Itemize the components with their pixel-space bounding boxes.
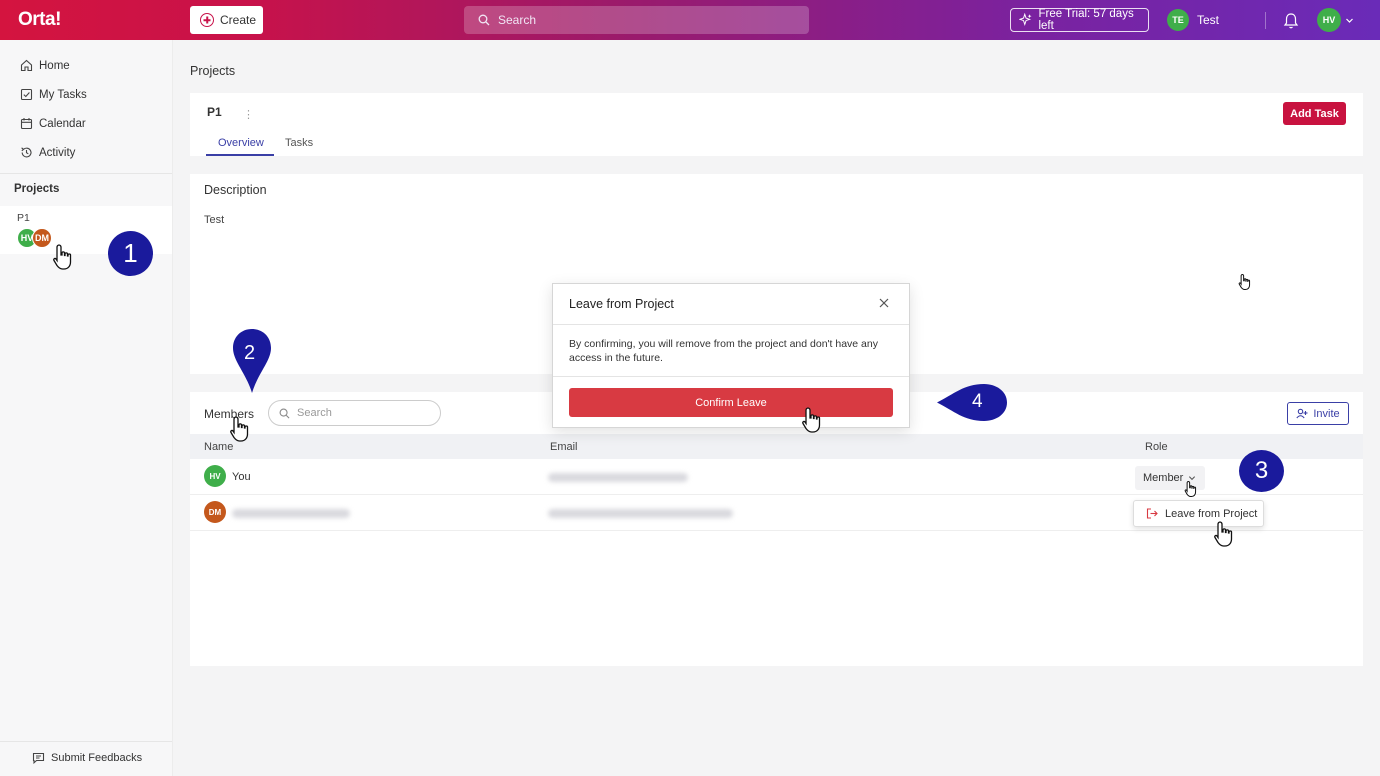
plus-circle-icon xyxy=(200,13,214,27)
workspace-switcher[interactable]: TE Test xyxy=(1167,9,1219,31)
hand-cursor-icon xyxy=(53,244,72,270)
sidebar-divider xyxy=(0,173,172,174)
search-placeholder: Search xyxy=(498,13,537,27)
role-value: Member xyxy=(1143,472,1184,484)
user-menu[interactable]: HV xyxy=(1317,8,1354,32)
sparkle-icon xyxy=(1019,13,1032,26)
step-marker-1: 1 xyxy=(108,231,153,276)
top-bar: Orta! Create Search Free Trial: 57 days … xyxy=(0,0,1380,40)
kebab-menu-icon[interactable]: ⋮ xyxy=(243,108,254,121)
sidebar-item-calendar[interactable]: Calendar xyxy=(20,117,86,130)
members-table-header: Name Email Role xyxy=(190,434,1363,459)
sidebar-item-my-tasks[interactable]: My Tasks xyxy=(20,88,87,101)
avatar: DM xyxy=(32,228,52,248)
project-header-card: P1 ⋮ Overview Tasks Add Task xyxy=(190,93,1363,156)
free-trial-button[interactable]: Free Trial: 57 days left xyxy=(1010,8,1149,32)
sidebar-project-name: P1 xyxy=(17,212,30,224)
sidebar-item-home[interactable]: Home xyxy=(20,59,70,72)
invite-label: Invite xyxy=(1313,407,1340,420)
hand-cursor-icon xyxy=(230,416,249,442)
chevron-down-icon xyxy=(1346,18,1353,23)
step-marker-4: 4 xyxy=(972,391,983,412)
hand-cursor-icon xyxy=(802,407,821,433)
page-title: Projects xyxy=(190,64,236,78)
sidebar-item-activity[interactable]: Activity xyxy=(20,146,75,159)
dialog-divider xyxy=(553,376,909,377)
avatar: DM xyxy=(204,501,226,523)
hand-cursor-icon xyxy=(1184,480,1197,497)
project-title: P1 xyxy=(207,105,222,119)
calendar-icon xyxy=(20,118,33,130)
hand-cursor-icon xyxy=(1238,273,1251,290)
create-button[interactable]: Create xyxy=(190,6,263,34)
sidebar-item-label: Activity xyxy=(39,146,76,159)
history-icon xyxy=(21,147,32,158)
redacted-name xyxy=(232,509,350,518)
active-tab-indicator xyxy=(206,154,274,156)
global-search-input[interactable]: Search xyxy=(464,6,809,34)
dialog-divider xyxy=(553,324,909,325)
leave-project-label: Leave from Project xyxy=(1165,507,1258,520)
sidebar-item-label: Calendar xyxy=(39,117,86,130)
close-icon[interactable] xyxy=(877,296,891,310)
column-header-role: Role xyxy=(1145,441,1168,453)
search-icon xyxy=(478,14,490,26)
description-title: Description xyxy=(204,183,267,197)
submit-feedback-label: Submit Feedbacks xyxy=(51,752,143,764)
tab-overview[interactable]: Overview xyxy=(218,137,264,149)
add-task-button[interactable]: Add Task xyxy=(1283,102,1346,125)
bell-icon[interactable] xyxy=(1283,12,1299,30)
workspace-avatar: TE xyxy=(1167,9,1189,31)
logout-icon xyxy=(1146,508,1158,519)
redacted-email xyxy=(548,509,733,518)
tab-tasks[interactable]: Tasks xyxy=(285,137,313,149)
create-label: Create xyxy=(220,13,257,27)
workspace-name: Test xyxy=(1197,13,1220,27)
header-divider xyxy=(1265,12,1266,29)
checkbox-icon xyxy=(20,88,33,101)
description-text[interactable]: Test xyxy=(204,214,224,226)
member-name: You xyxy=(232,471,251,483)
home-icon xyxy=(20,59,33,72)
comment-icon xyxy=(32,752,45,764)
invite-button[interactable]: Invite xyxy=(1287,402,1349,425)
sidebar-divider xyxy=(0,741,172,742)
sidebar-item-label: My Tasks xyxy=(39,88,87,101)
confirm-leave-button[interactable]: Confirm Leave xyxy=(569,388,893,417)
step-marker-2: 2 xyxy=(244,342,256,364)
app-logo[interactable]: Orta! xyxy=(18,9,61,31)
dialog-message: By confirming, you will remove from the … xyxy=(569,338,878,364)
projects-heading: Projects xyxy=(14,183,60,195)
members-card: Members Search Invite Name Email Role HV… xyxy=(190,392,1363,666)
redacted-email xyxy=(548,473,688,482)
sidebar-item-label: Home xyxy=(39,59,70,72)
search-icon xyxy=(279,408,290,418)
free-trial-label: Free Trial: 57 days left xyxy=(1038,8,1134,32)
members-search-input[interactable]: Search xyxy=(268,400,441,426)
add-user-icon xyxy=(1296,408,1308,419)
user-avatar: HV xyxy=(1317,8,1341,32)
project-member-avatars: HV DM xyxy=(17,228,52,248)
leave-project-dialog: Leave from Project By confirming, you wi… xyxy=(552,283,910,428)
members-search-placeholder: Search xyxy=(297,407,332,419)
step-marker-3: 3 xyxy=(1239,450,1284,492)
sidebar: Home My Tasks Calendar Activity Projects… xyxy=(0,40,173,776)
dialog-title: Leave from Project xyxy=(569,297,674,311)
submit-feedback-button[interactable]: Submit Feedbacks xyxy=(32,752,142,764)
leave-project-option[interactable]: Leave from Project xyxy=(1133,500,1264,527)
avatar: HV xyxy=(204,465,226,487)
column-header-email: Email xyxy=(550,441,578,453)
hand-cursor-icon xyxy=(1214,521,1233,547)
